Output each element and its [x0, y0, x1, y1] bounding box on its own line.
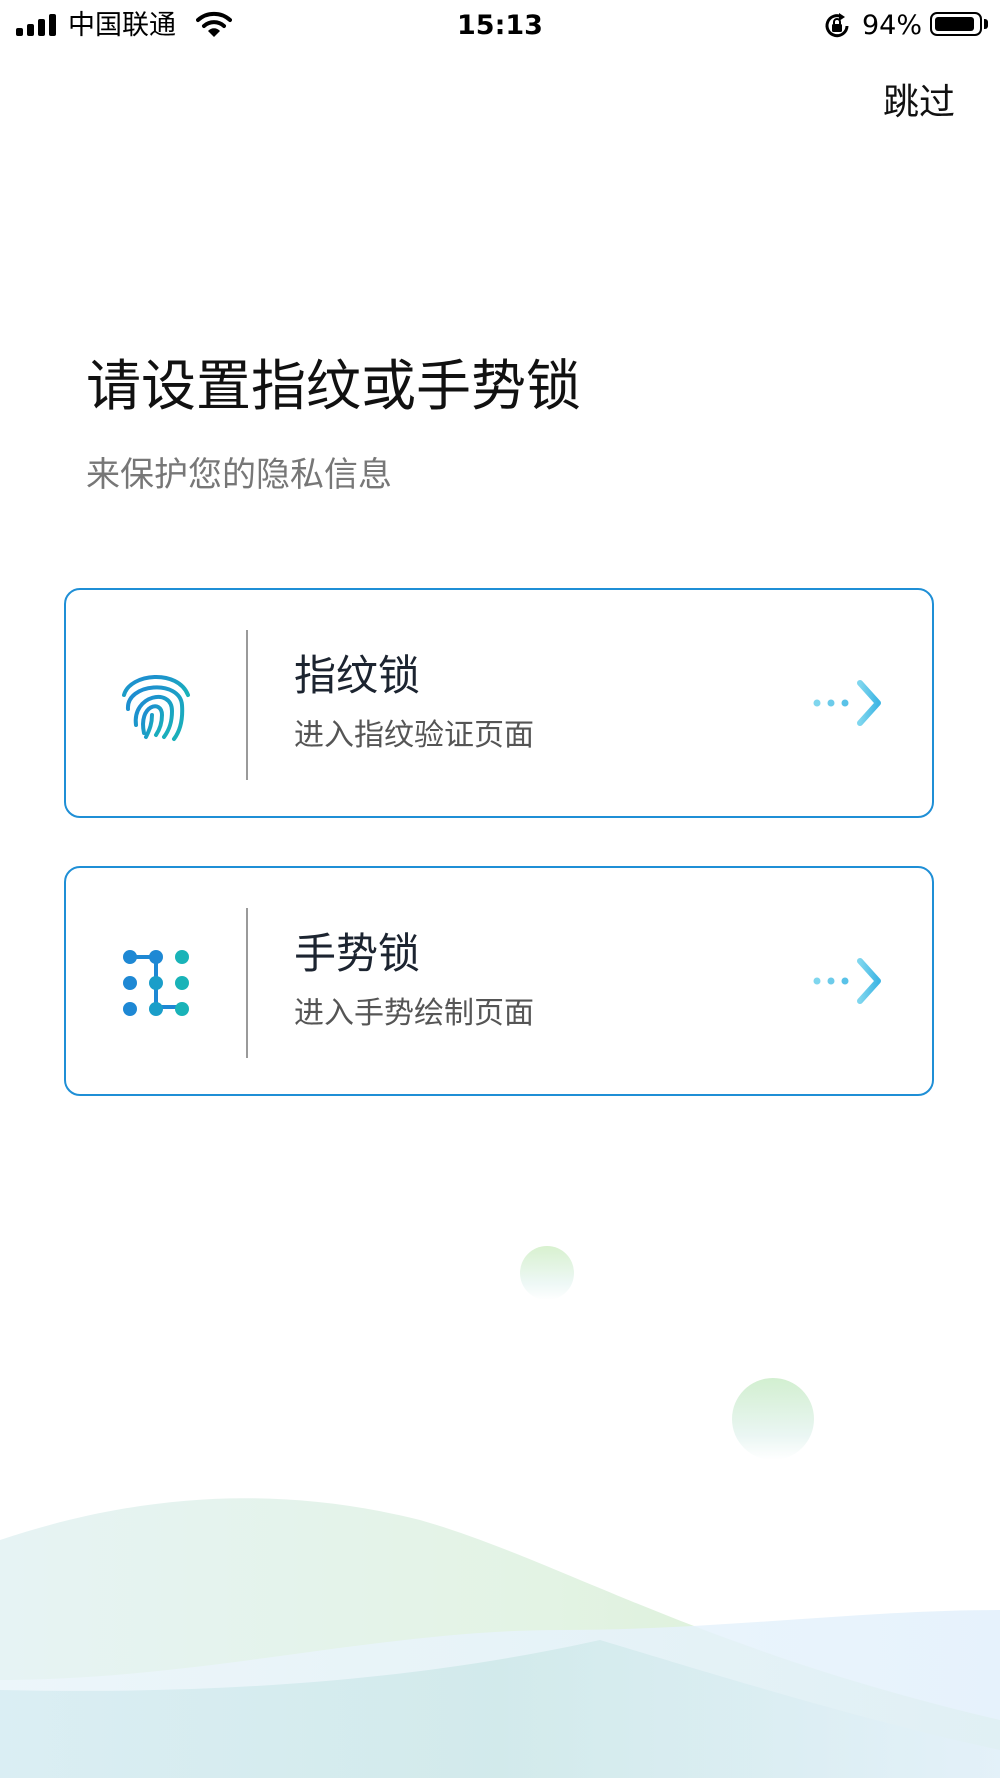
card-divider: [246, 908, 248, 1058]
gesture-pattern-icon: [123, 950, 189, 1016]
fingerprint-icon: [120, 675, 190, 741]
page-subtitle: 来保护您的隐私信息: [86, 455, 392, 495]
arrow-right-icon: [813, 958, 881, 1004]
decorative-waves: [0, 1498, 1000, 1778]
decorative-bubble: [732, 1378, 814, 1460]
option-label: 指纹锁: [294, 651, 421, 700]
option-description: 进入手势绘制页面: [294, 996, 534, 1031]
decorative-bubble: [520, 1246, 574, 1300]
page-title: 请设置指纹或手势锁: [86, 354, 582, 418]
rotation-lock-icon: [825, 13, 849, 38]
battery-icon: [930, 12, 982, 36]
gesture-lock-option[interactable]: 手势锁 进入手势绘制页面: [64, 866, 934, 1096]
battery-level-fill: [935, 17, 975, 31]
battery-percent: 94%: [862, 10, 923, 41]
arrow-right-icon: [813, 680, 881, 726]
fingerprint-lock-option[interactable]: 指纹锁 进入指纹验证页面: [64, 588, 934, 818]
card-divider: [246, 630, 248, 780]
status-bar: 中国联通 15:13 94%: [0, 0, 1000, 54]
option-label: 手势锁: [294, 929, 421, 978]
option-description: 进入指纹验证页面: [294, 718, 534, 753]
skip-button[interactable]: 跳过: [883, 80, 955, 126]
battery-cap: [984, 19, 988, 29]
